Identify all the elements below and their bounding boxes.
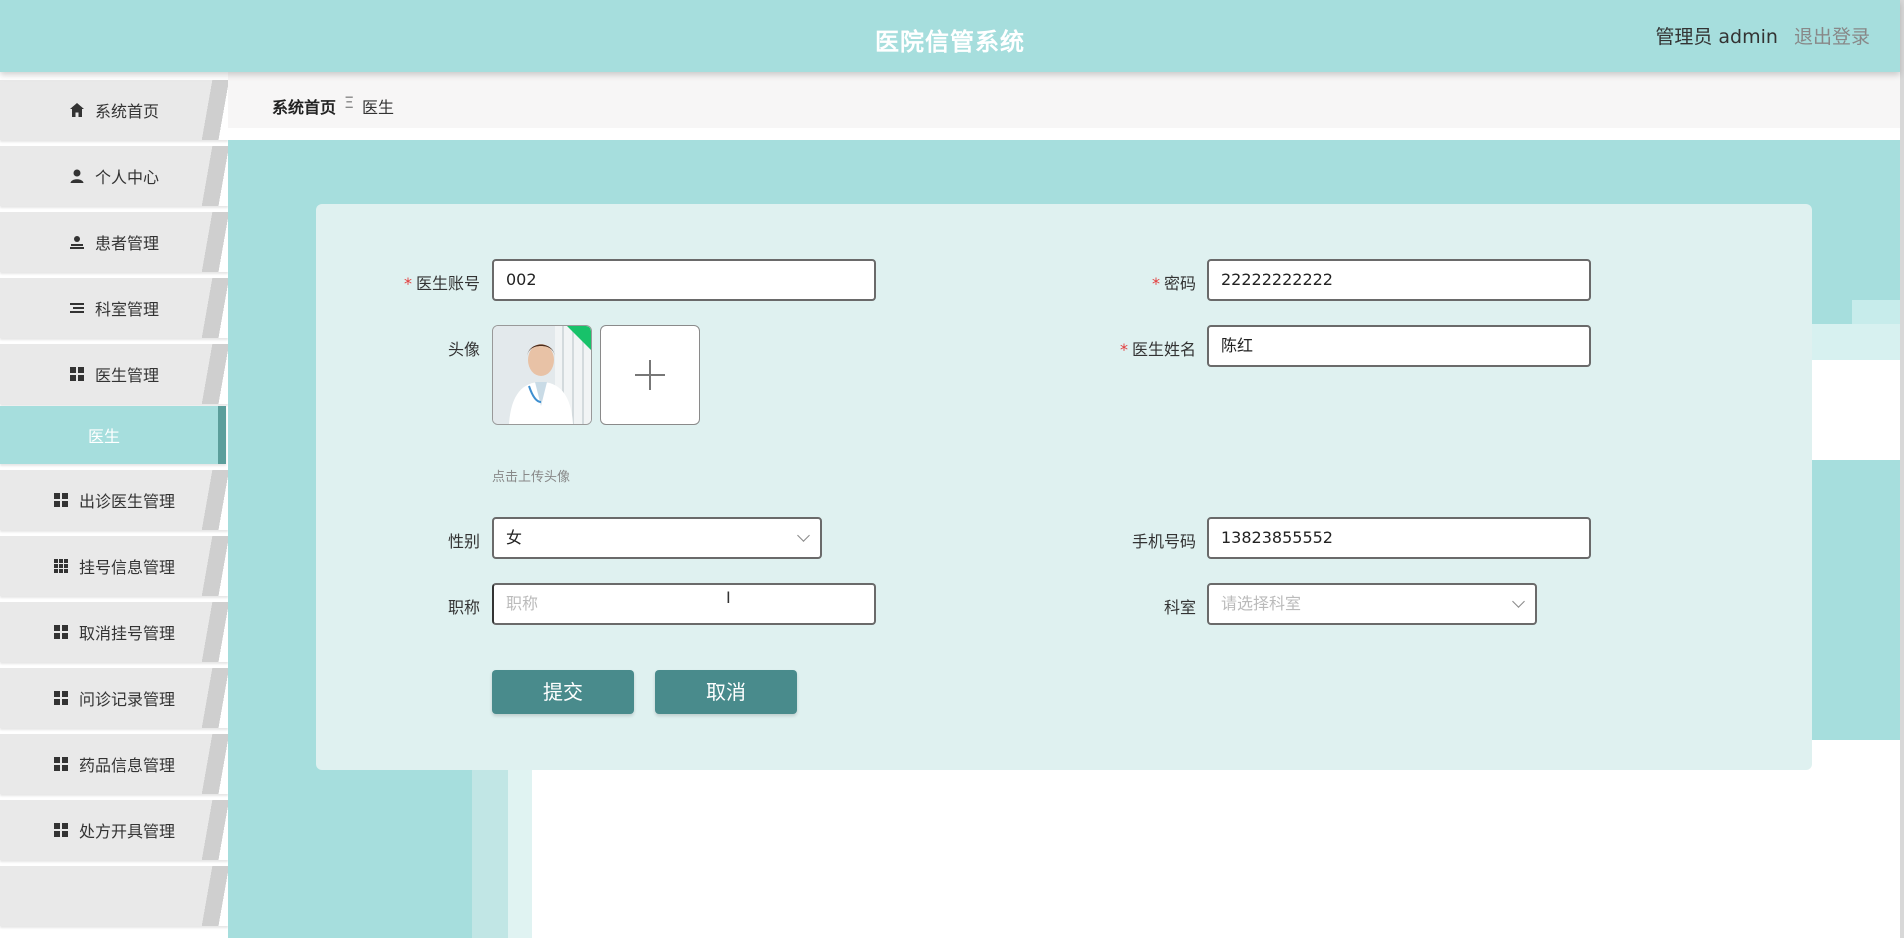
grid-icon (53, 757, 68, 771)
breadcrumb-current: 医生 (362, 98, 395, 117)
sidebar-item-medicines[interactable]: 药品信息管理 (0, 734, 228, 794)
account-label: * 医生账号 (403, 274, 480, 293)
sidebar-item-label: 科室管理 (94, 300, 159, 319)
sidebar-item-label: 系统首页 (94, 102, 159, 121)
grid-icon (69, 367, 84, 381)
user-area: 管理员 admin 退出登录 (1655, 22, 1870, 49)
sidebar-item-label: 挂号信息管理 (78, 558, 175, 577)
phone-input[interactable]: 13823855552 (1207, 517, 1591, 559)
cancel-button[interactable]: 取消 (655, 670, 797, 714)
sidebar-item-registrations[interactable]: 挂号信息管理 (0, 536, 228, 596)
grid-icon (53, 493, 68, 507)
chevron-down-icon (1512, 595, 1525, 608)
sidebar-item-label: 患者管理 (94, 234, 159, 253)
department-label: 科室 (1163, 598, 1196, 617)
upload-avatar-button[interactable] (600, 325, 700, 425)
password-input[interactable]: 22222222222 (1207, 259, 1591, 301)
sidebar-item-label: 出诊医生管理 (78, 492, 175, 511)
name-input[interactable]: 陈红 (1207, 325, 1591, 367)
app-title: 医院信管系统 (875, 28, 1025, 56)
sidebar-item-label: 医生管理 (94, 366, 159, 385)
upload-hint: 点击上传头像 (492, 470, 571, 485)
grid-icon (53, 823, 68, 837)
sidebar-item-visiting-doctors[interactable]: 出诊医生管理 (0, 470, 228, 530)
decor-blocks (1812, 300, 1904, 460)
sidebar-item-cancel-registrations[interactable]: 取消挂号管理 (0, 602, 228, 662)
sidebar-item-label: 问诊记录管理 (78, 690, 175, 709)
phone-label: 手机号码 (1131, 532, 1196, 551)
breadcrumb-separator-icon: Ξ (344, 93, 355, 112)
user-icon (70, 169, 84, 183)
name-label: * 医生姓名 (1119, 340, 1196, 359)
grid9-icon (53, 559, 68, 573)
sidebar-item-label: 医生 (87, 427, 120, 446)
breadcrumb: 系统首页 Ξ 医生 (228, 72, 1900, 128)
sidebar-item-prescriptions[interactable]: 处方开具管理 (0, 800, 228, 860)
sidebar-item-consultations[interactable]: 问诊记录管理 (0, 668, 228, 728)
department-placeholder: 请选择科室 (1221, 594, 1302, 613)
sidebar-item-doctors[interactable]: 医生管理 (0, 344, 228, 404)
sidebar-item-label: 取消挂号管理 (78, 624, 175, 643)
list-icon (69, 303, 84, 313)
breadcrumb-home[interactable]: 系统首页 (272, 94, 336, 118)
grid-icon (53, 625, 68, 639)
sidebar-item-home[interactable]: 系统首页 (0, 80, 228, 140)
sidebar-item-label: 药品信息管理 (78, 756, 175, 775)
text-cursor-icon: I (726, 588, 731, 607)
sidebar: 系统首页 个人中心 患者管理 科室管理 医生管理 医生 出诊医生管理 挂号信息管… (0, 72, 228, 938)
submit-button[interactable]: 提交 (492, 670, 634, 714)
grid-icon (53, 691, 68, 705)
password-label: * 密码 (1151, 274, 1196, 293)
account-input[interactable]: 002 (492, 259, 876, 301)
plus-icon (635, 360, 665, 390)
doctor-photo-icon (493, 326, 591, 424)
title-input[interactable]: 职称 (492, 583, 876, 625)
sidebar-item-profile[interactable]: 个人中心 (0, 146, 228, 206)
title-label: 职称 (447, 598, 480, 617)
user-role: 管理员 admin (1655, 26, 1778, 48)
sidebar-item-label: 个人中心 (94, 168, 159, 187)
logout-link[interactable]: 退出登录 (1794, 26, 1870, 48)
patient-icon (69, 236, 84, 249)
sidebar-item-more[interactable] (0, 866, 228, 926)
department-select[interactable]: 请选择科室 (1207, 583, 1537, 625)
sidebar-subitem-doctor[interactable]: 医生 (0, 406, 226, 464)
sidebar-item-departments[interactable]: 科室管理 (0, 278, 228, 338)
top-header: 医院信管系统 管理员 admin 退出登录 (0, 0, 1900, 72)
chevron-down-icon (797, 529, 810, 542)
gender-label: 性别 (447, 532, 480, 551)
avatar-image[interactable] (492, 325, 592, 425)
avatar-label: 头像 (447, 340, 480, 359)
sidebar-item-patients[interactable]: 患者管理 (0, 212, 228, 272)
gender-select[interactable]: 女 (492, 517, 822, 559)
gender-value: 女 (506, 528, 523, 547)
sidebar-item-label: 处方开具管理 (78, 822, 175, 841)
scrollbar[interactable] (1900, 0, 1904, 938)
home-icon (69, 103, 84, 117)
